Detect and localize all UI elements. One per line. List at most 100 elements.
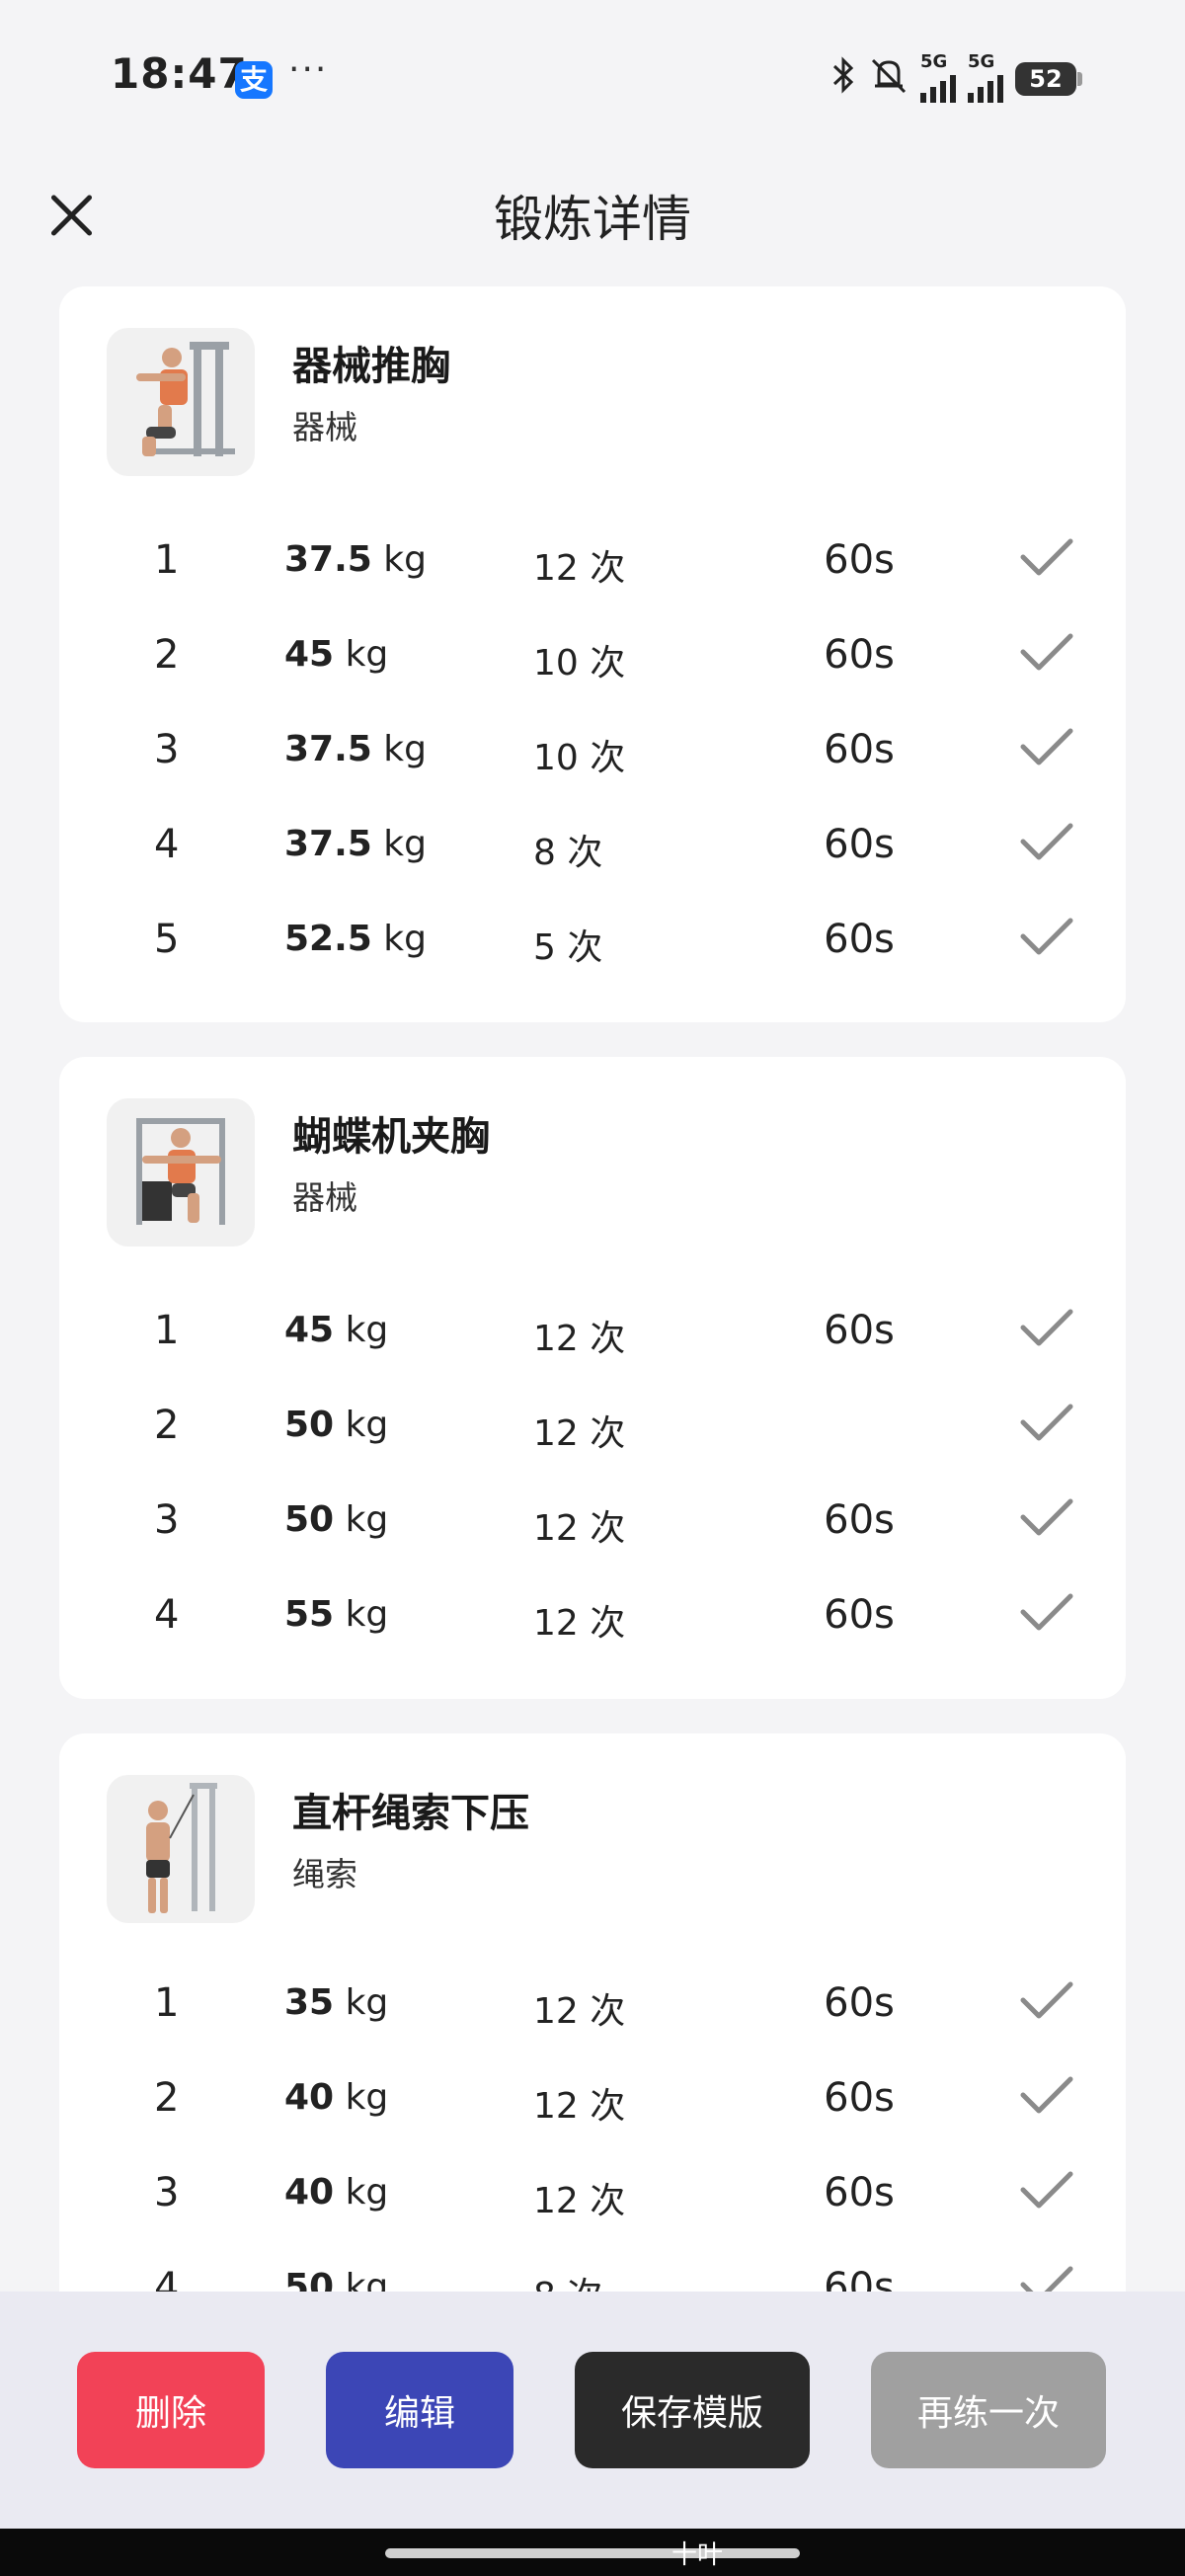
set-weight-unit: kg (383, 539, 427, 580)
set-reps: 12 次 (533, 1319, 626, 1359)
set-weight-unit: kg (345, 1310, 389, 1350)
exercise-category: 器械 (292, 408, 357, 446)
check-icon[interactable] (1019, 2263, 1074, 2292)
set-weight-unit: kg (345, 2267, 389, 2292)
check-icon[interactable] (1019, 915, 1074, 958)
exercise-thumbnail (107, 1098, 255, 1247)
set-weight: 45 kg (284, 634, 388, 675)
exercise-name: 直杆绳索下压 (292, 1791, 529, 1836)
set-reps: 12 次 (533, 1991, 626, 2032)
check-icon[interactable] (1019, 1401, 1074, 1444)
alipay-icon: 支 (235, 61, 273, 99)
set-index: 1 (154, 1308, 180, 1353)
set-row: 5 52.5 kg 5 次 60s (59, 899, 1126, 978)
set-reps: 10 次 (533, 738, 626, 778)
set-row: 3 40 kg 12 次 60s (59, 2152, 1126, 2231)
status-bar: 18:47 支 ··· 5G 5G 52 (0, 0, 1185, 158)
set-rest: 60s (824, 537, 895, 583)
set-reps: 12 次 (533, 2086, 626, 2127)
set-row: 4 37.5 kg 8 次 60s (59, 804, 1126, 883)
set-weight-value: 55 (284, 1594, 335, 1635)
set-rest: 60s (824, 1980, 895, 2026)
set-rest: 60s (824, 727, 895, 772)
set-index: 2 (154, 2075, 180, 2121)
set-weight-value: 37.5 (284, 539, 372, 580)
set-row: 3 50 kg 12 次 60s (59, 1480, 1126, 1559)
set-index: 2 (154, 632, 180, 678)
exercise-thumbnail (107, 328, 255, 476)
edit-button[interactable]: 编辑 (326, 2352, 514, 2468)
action-bar: 删除 编辑 保存模版 再练一次 (0, 2292, 1185, 2529)
set-weight-value: 45 (284, 634, 335, 675)
check-icon[interactable] (1019, 820, 1074, 863)
set-weight-value: 45 (284, 1310, 335, 1350)
set-weight: 37.5 kg (284, 729, 427, 769)
status-icons: 5G 5G 52 (831, 51, 1082, 103)
set-reps: 12 次 (533, 1603, 626, 1644)
save-template-button[interactable]: 保存模版 (575, 2352, 810, 2468)
set-weight-unit: kg (345, 2077, 389, 2118)
set-reps: 8 次 (533, 2267, 602, 2292)
set-weight-value: 50 (284, 1405, 335, 1445)
set-index: 2 (154, 1403, 180, 1448)
set-weight: 50 kg (284, 1405, 388, 1445)
set-weight: 45 kg (284, 1310, 388, 1350)
set-weight: 40 kg (284, 2172, 388, 2213)
set-index: 4 (154, 822, 180, 867)
exercise-thumbnail (107, 1775, 255, 1923)
set-rest: 60s (824, 2265, 895, 2292)
set-weight: 52.5 kg (284, 919, 427, 959)
exercise-category: 绳索 (292, 1855, 357, 1893)
check-icon[interactable] (1019, 630, 1074, 674)
set-rest: 60s (824, 2170, 895, 2215)
workout-detail-list[interactable]: 器械推胸 器械 1 37.5 kg 12 次 60s 2 45 kg 10 次 … (0, 286, 1185, 2292)
gesture-area: 十叶 (0, 2529, 1185, 2576)
signal-icon: 5G (920, 51, 956, 103)
set-row: 4 50 kg 8 次 60s (59, 2247, 1126, 2292)
more-dots-icon: ··· (288, 49, 329, 90)
set-rest: 60s (824, 1497, 895, 1543)
set-weight: 50 kg (284, 2267, 388, 2292)
check-icon[interactable] (1019, 1978, 1074, 2022)
set-weight-unit: kg (345, 1982, 389, 2023)
set-weight: 50 kg (284, 1499, 388, 1540)
set-rest: 60s (824, 917, 895, 962)
nav-bar: 锻炼详情 (0, 168, 1185, 267)
check-icon[interactable] (1019, 1495, 1074, 1539)
set-index: 4 (154, 1592, 180, 1638)
set-weight: 55 kg (284, 1594, 388, 1635)
set-weight-value: 50 (284, 2267, 335, 2292)
set-weight-value: 37.5 (284, 729, 372, 769)
set-rest: 60s (824, 822, 895, 867)
bluetooth-icon (831, 56, 857, 102)
set-weight-unit: kg (345, 634, 389, 675)
set-row: 1 35 kg 12 次 60s (59, 1963, 1126, 2042)
check-icon[interactable] (1019, 725, 1074, 768)
set-reps: 12 次 (533, 548, 626, 589)
home-indicator[interactable] (385, 2548, 800, 2558)
set-weight-unit: kg (345, 1499, 389, 1540)
set-reps: 12 次 (533, 2181, 626, 2221)
status-time: 18:47 (111, 49, 248, 98)
repeat-workout-button[interactable]: 再练一次 (871, 2352, 1106, 2468)
signal-icon-2: 5G (968, 51, 1003, 103)
set-weight-value: 35 (284, 1982, 335, 2023)
set-rest: 60s (824, 1308, 895, 1353)
set-weight: 35 kg (284, 1982, 388, 2023)
check-icon[interactable] (1019, 2168, 1074, 2212)
check-icon[interactable] (1019, 1590, 1074, 1634)
set-weight-value: 50 (284, 1499, 335, 1540)
set-weight-unit: kg (383, 824, 427, 864)
battery-icon: 52 (1015, 62, 1082, 96)
check-icon[interactable] (1019, 535, 1074, 579)
watermark-text: 十叶 (672, 2540, 724, 2570)
set-row: 3 37.5 kg 10 次 60s (59, 709, 1126, 788)
check-icon[interactable] (1019, 1306, 1074, 1349)
check-icon[interactable] (1019, 2073, 1074, 2117)
set-reps: 12 次 (533, 1508, 626, 1549)
set-index: 3 (154, 1497, 180, 1543)
set-reps: 5 次 (533, 927, 603, 968)
set-reps: 12 次 (533, 1413, 626, 1454)
delete-button[interactable]: 删除 (77, 2352, 265, 2468)
set-row: 1 45 kg 12 次 60s (59, 1290, 1126, 1369)
